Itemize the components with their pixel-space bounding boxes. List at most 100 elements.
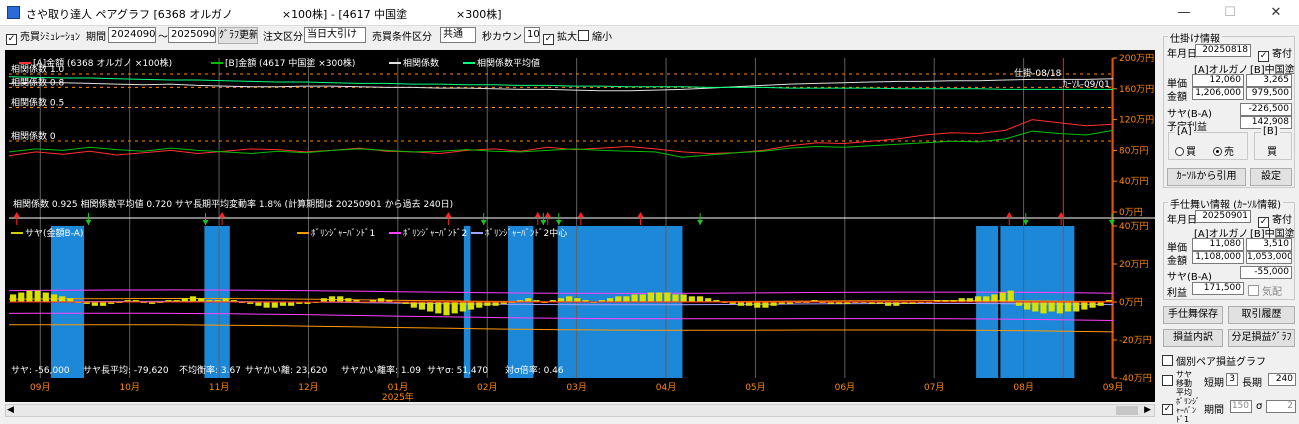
entry-yori-toggle[interactable]: ✓ 寄付 <box>1258 45 1292 62</box>
scroll-left-arrow-icon[interactable]: ◀ <box>7 405 14 415</box>
saya-bar <box>566 296 573 302</box>
saya-bar <box>1040 302 1047 314</box>
quote-label: 気配 <box>1262 287 1282 298</box>
condition-label: 売買条件区分 <box>372 32 432 43</box>
profit-detail-button[interactable]: 損益内訳 <box>1163 329 1223 347</box>
side-a-buy-radio[interactable]: 買 <box>1175 143 1196 158</box>
right-axis-label: -40万円 <box>1119 373 1152 384</box>
period-from-input[interactable]: 20240901 <box>108 27 156 43</box>
bb-sigma-input[interactable]: 2 <box>1266 400 1296 413</box>
saya-bar <box>974 296 982 302</box>
ma-long-input[interactable]: 240 <box>1268 373 1296 386</box>
sell-marker-arrow-icon <box>540 220 547 225</box>
x-tick-label: 05月 <box>745 382 765 393</box>
saya-bar <box>271 302 278 308</box>
bb-sigma-label: σ <box>1256 401 1263 412</box>
close-button[interactable]: ✕ <box>1253 0 1299 26</box>
zoom-in-label: 拡大 <box>557 32 577 43</box>
side-a-sell-radio[interactable]: 売 <box>1213 143 1234 158</box>
saya-bar <box>328 296 336 302</box>
ma-short-input[interactable]: 3 <box>1226 373 1238 386</box>
saya-bar <box>983 296 990 302</box>
legend-label: [B]金額 (4617 中国塗 ×300株) <box>225 57 355 69</box>
quote-checkbox[interactable] <box>1248 285 1259 296</box>
x-tick-label: 10月 <box>119 382 139 393</box>
bb-toggle[interactable]: ✓ <box>1162 402 1176 415</box>
exit-date-input[interactable]: 20250901 <box>1195 210 1251 223</box>
zoom-in-checkbox[interactable]: ✓ <box>543 34 554 45</box>
entry-date-label: 年月日 <box>1167 49 1197 60</box>
saya-bar <box>255 302 262 306</box>
seconds-input[interactable]: 10 <box>524 27 540 43</box>
saya-bar <box>647 292 655 302</box>
saya-bar <box>435 302 442 314</box>
zoom-out-checkbox[interactable] <box>578 30 589 41</box>
settings-button[interactable]: 設定 <box>1250 168 1292 186</box>
history-button[interactable]: 取引履歴 <box>1228 306 1295 324</box>
sell-marker-arrow-icon <box>555 220 562 225</box>
scroll-thumb[interactable] <box>1116 406 1138 415</box>
exit-unit-price-a[interactable]: 11,080 <box>1192 238 1244 251</box>
saya-bar <box>688 296 695 302</box>
ma-checkbox[interactable] <box>1162 375 1173 386</box>
scroll-right-arrow-icon[interactable]: ▶ <box>1144 405 1151 415</box>
x-tick-label: 07月 <box>924 382 944 393</box>
exit-unit-price-b[interactable]: 3,510 <box>1246 238 1292 251</box>
ma-toggle[interactable] <box>1162 375 1176 388</box>
pair-graph-checkbox[interactable] <box>1162 355 1173 366</box>
simulation-checkbox[interactable]: ✓ <box>6 34 17 45</box>
bb-checkbox[interactable]: ✓ <box>1162 404 1173 415</box>
entry-unit-price-b[interactable]: 3,265 <box>1246 74 1292 87</box>
saya-bar <box>1056 302 1063 314</box>
split-profit-graph-button[interactable]: 分足損益ｸﾞﾗﾌ <box>1228 329 1295 347</box>
saya-bar <box>525 298 532 302</box>
sell-radio-label: 売 <box>1224 147 1234 158</box>
order-type-label: 注文区分 <box>263 32 303 43</box>
maximize-button[interactable]: ☐ <box>1207 0 1253 26</box>
app-icon <box>7 6 20 19</box>
saya-bar <box>639 294 646 302</box>
bb-label: ﾎﾞﾘﾝｼﾞｬｰﾊﾞﾝﾄﾞ1 <box>1176 397 1200 424</box>
correlation-stats-text: 相関係数 0.925 相関係数平均値 0.720 サヤ長期平均変動率 1.8% … <box>13 198 453 210</box>
cursor-quote-button[interactable]: ｶｰｿﾙから引用 <box>1167 168 1246 186</box>
zoom-out-toggle[interactable]: 縮小 <box>578 28 612 43</box>
entry-amount-a: 1,206,000 <box>1192 87 1244 100</box>
zoom-in-toggle[interactable]: ✓ 拡大 <box>543 28 577 45</box>
horizontal-scrollbar[interactable]: ◀ ▶ <box>5 404 1155 417</box>
simulation-toggle[interactable]: ✓ 売買ｼﾐｭﾚｰｼｮﾝ <box>6 28 80 45</box>
condition-select[interactable]: 共通 <box>440 27 476 43</box>
entry-date-input[interactable]: 20250818 <box>1195 44 1251 57</box>
toolbar: ✓売買ｼﾐｭﾚｰｼｮﾝ 期間 20240901 ～ 20250901 ｸﾞﾗﾌ更… <box>0 27 1160 45</box>
saya-bar <box>427 302 434 312</box>
pair-chart-canvas[interactable]: 09月 10月 11月 12月 01月 02月 03月 04月 05月 06月 07月 08月 09月2… <box>5 50 1155 403</box>
saya-bar <box>1007 290 1014 302</box>
right-axis-label: 80万円 <box>1119 145 1148 156</box>
order-type-select[interactable]: 当日大引け <box>304 27 366 43</box>
sell-radio-icon[interactable] <box>1213 147 1222 156</box>
minimize-button[interactable]: — <box>1161 0 1207 26</box>
saya-bar <box>222 298 229 302</box>
saya-bar <box>345 298 352 302</box>
pair-chart[interactable]: 09月 10月 11月 12月 01月 02月 03月 04月 05月 06月 07月 08月 09月 2… <box>5 50 1155 403</box>
saya-bar <box>50 294 58 302</box>
x-tick-label: 09月 <box>30 382 50 393</box>
saya-bar <box>263 302 270 308</box>
exit-save-button[interactable]: 手仕舞保存 <box>1163 306 1223 324</box>
saya-bar <box>378 298 385 302</box>
right-axis-label: 160万円 <box>1119 84 1154 95</box>
right-axis-label: -20万円 <box>1119 335 1152 346</box>
period-to-input[interactable]: 20250901 <box>168 27 216 43</box>
quote-toggle[interactable]: 気配 <box>1248 283 1282 298</box>
x-tick-label: 06月 <box>835 382 855 393</box>
right-axis-label: 40万円 <box>1119 221 1148 232</box>
pair-graph-toggle[interactable]: 個別ペア損益グラフ <box>1162 353 1266 368</box>
bb-period-input[interactable]: 150 <box>1230 400 1252 413</box>
entry-unit-price-a[interactable]: 12,060 <box>1192 74 1244 87</box>
saya-stat-text: 対σ倍率: 0.46 <box>505 364 564 376</box>
buy-radio-icon[interactable] <box>1175 147 1184 156</box>
exit-saya-label: サヤ(B-A) <box>1167 272 1212 283</box>
graph-update-button[interactable]: ｸﾞﾗﾌ更新 <box>218 27 258 44</box>
exit-amount-label: 金額 <box>1167 256 1187 267</box>
buy-marker-arrow-icon <box>544 212 551 217</box>
saya-bar <box>34 290 41 302</box>
